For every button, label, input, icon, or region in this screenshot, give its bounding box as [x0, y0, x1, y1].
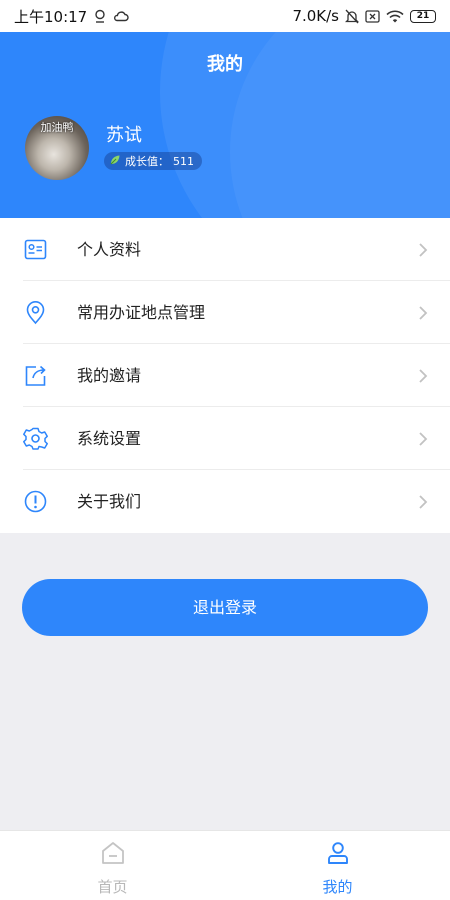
menu-item-invitations[interactable]: 我的邀请: [0, 344, 450, 407]
chevron-right-icon: [418, 242, 428, 258]
status-time: 上午10:17: [14, 7, 88, 26]
menu-item-label: 个人资料: [77, 240, 142, 259]
chevron-right-icon: [418, 305, 428, 321]
logout-button[interactable]: 退出登录: [22, 579, 428, 636]
bottom-tab-bar: 首页 我的: [0, 830, 450, 900]
profile-header: 我的 加油鸭 苏试 成长值： 511: [0, 32, 450, 218]
status-bar: 上午10:17 7.0K/s 21: [0, 0, 450, 32]
tab-mine[interactable]: 我的: [225, 831, 450, 900]
mute-bell-icon: [345, 9, 359, 24]
user-icon: [325, 840, 351, 866]
share-icon: [23, 363, 48, 388]
tab-label: 首页: [97, 878, 128, 896]
menu-item-label: 常用办证地点管理: [77, 303, 206, 322]
id-card-icon: [23, 237, 48, 262]
settings-menu: 个人资料 常用办证地点管理 我的邀请 系统设置 关于我们: [0, 218, 450, 533]
user-name: 苏试: [106, 125, 142, 146]
growth-value: 511: [173, 154, 194, 168]
battery-indicator: 21: [410, 9, 436, 23]
growth-badge: 成长值： 511: [104, 152, 202, 170]
menu-item-profile[interactable]: 个人资料: [0, 218, 450, 281]
menu-item-settings[interactable]: 系统设置: [0, 407, 450, 470]
network-speed: 7.0K/s: [292, 7, 339, 25]
menu-item-label: 我的邀请: [77, 366, 142, 385]
gear-icon: [23, 426, 48, 451]
chevron-right-icon: [418, 368, 428, 384]
avatar-caption: 加油鸭: [40, 121, 74, 134]
location-status-icon: [93, 9, 107, 23]
chevron-right-icon: [418, 431, 428, 447]
chevron-right-icon: [418, 494, 428, 510]
leaf-icon: [109, 154, 121, 169]
page-title: 我的: [207, 54, 243, 75]
sim-off-icon: [365, 9, 380, 23]
location-pin-icon: [23, 300, 48, 325]
home-icon: [100, 840, 126, 866]
menu-item-label: 系统设置: [77, 429, 142, 448]
tab-label: 我的: [322, 878, 353, 896]
menu-item-label: 关于我们: [77, 492, 142, 511]
wifi-icon: [386, 10, 404, 23]
avatar[interactable]: 加油鸭: [25, 116, 89, 180]
cloud-status-icon: [113, 10, 129, 22]
info-circle-icon: [23, 489, 48, 514]
tab-home[interactable]: 首页: [0, 831, 225, 900]
menu-item-locations[interactable]: 常用办证地点管理: [0, 281, 450, 344]
menu-item-about[interactable]: 关于我们: [0, 470, 450, 533]
growth-label: 成长值：: [125, 155, 169, 168]
